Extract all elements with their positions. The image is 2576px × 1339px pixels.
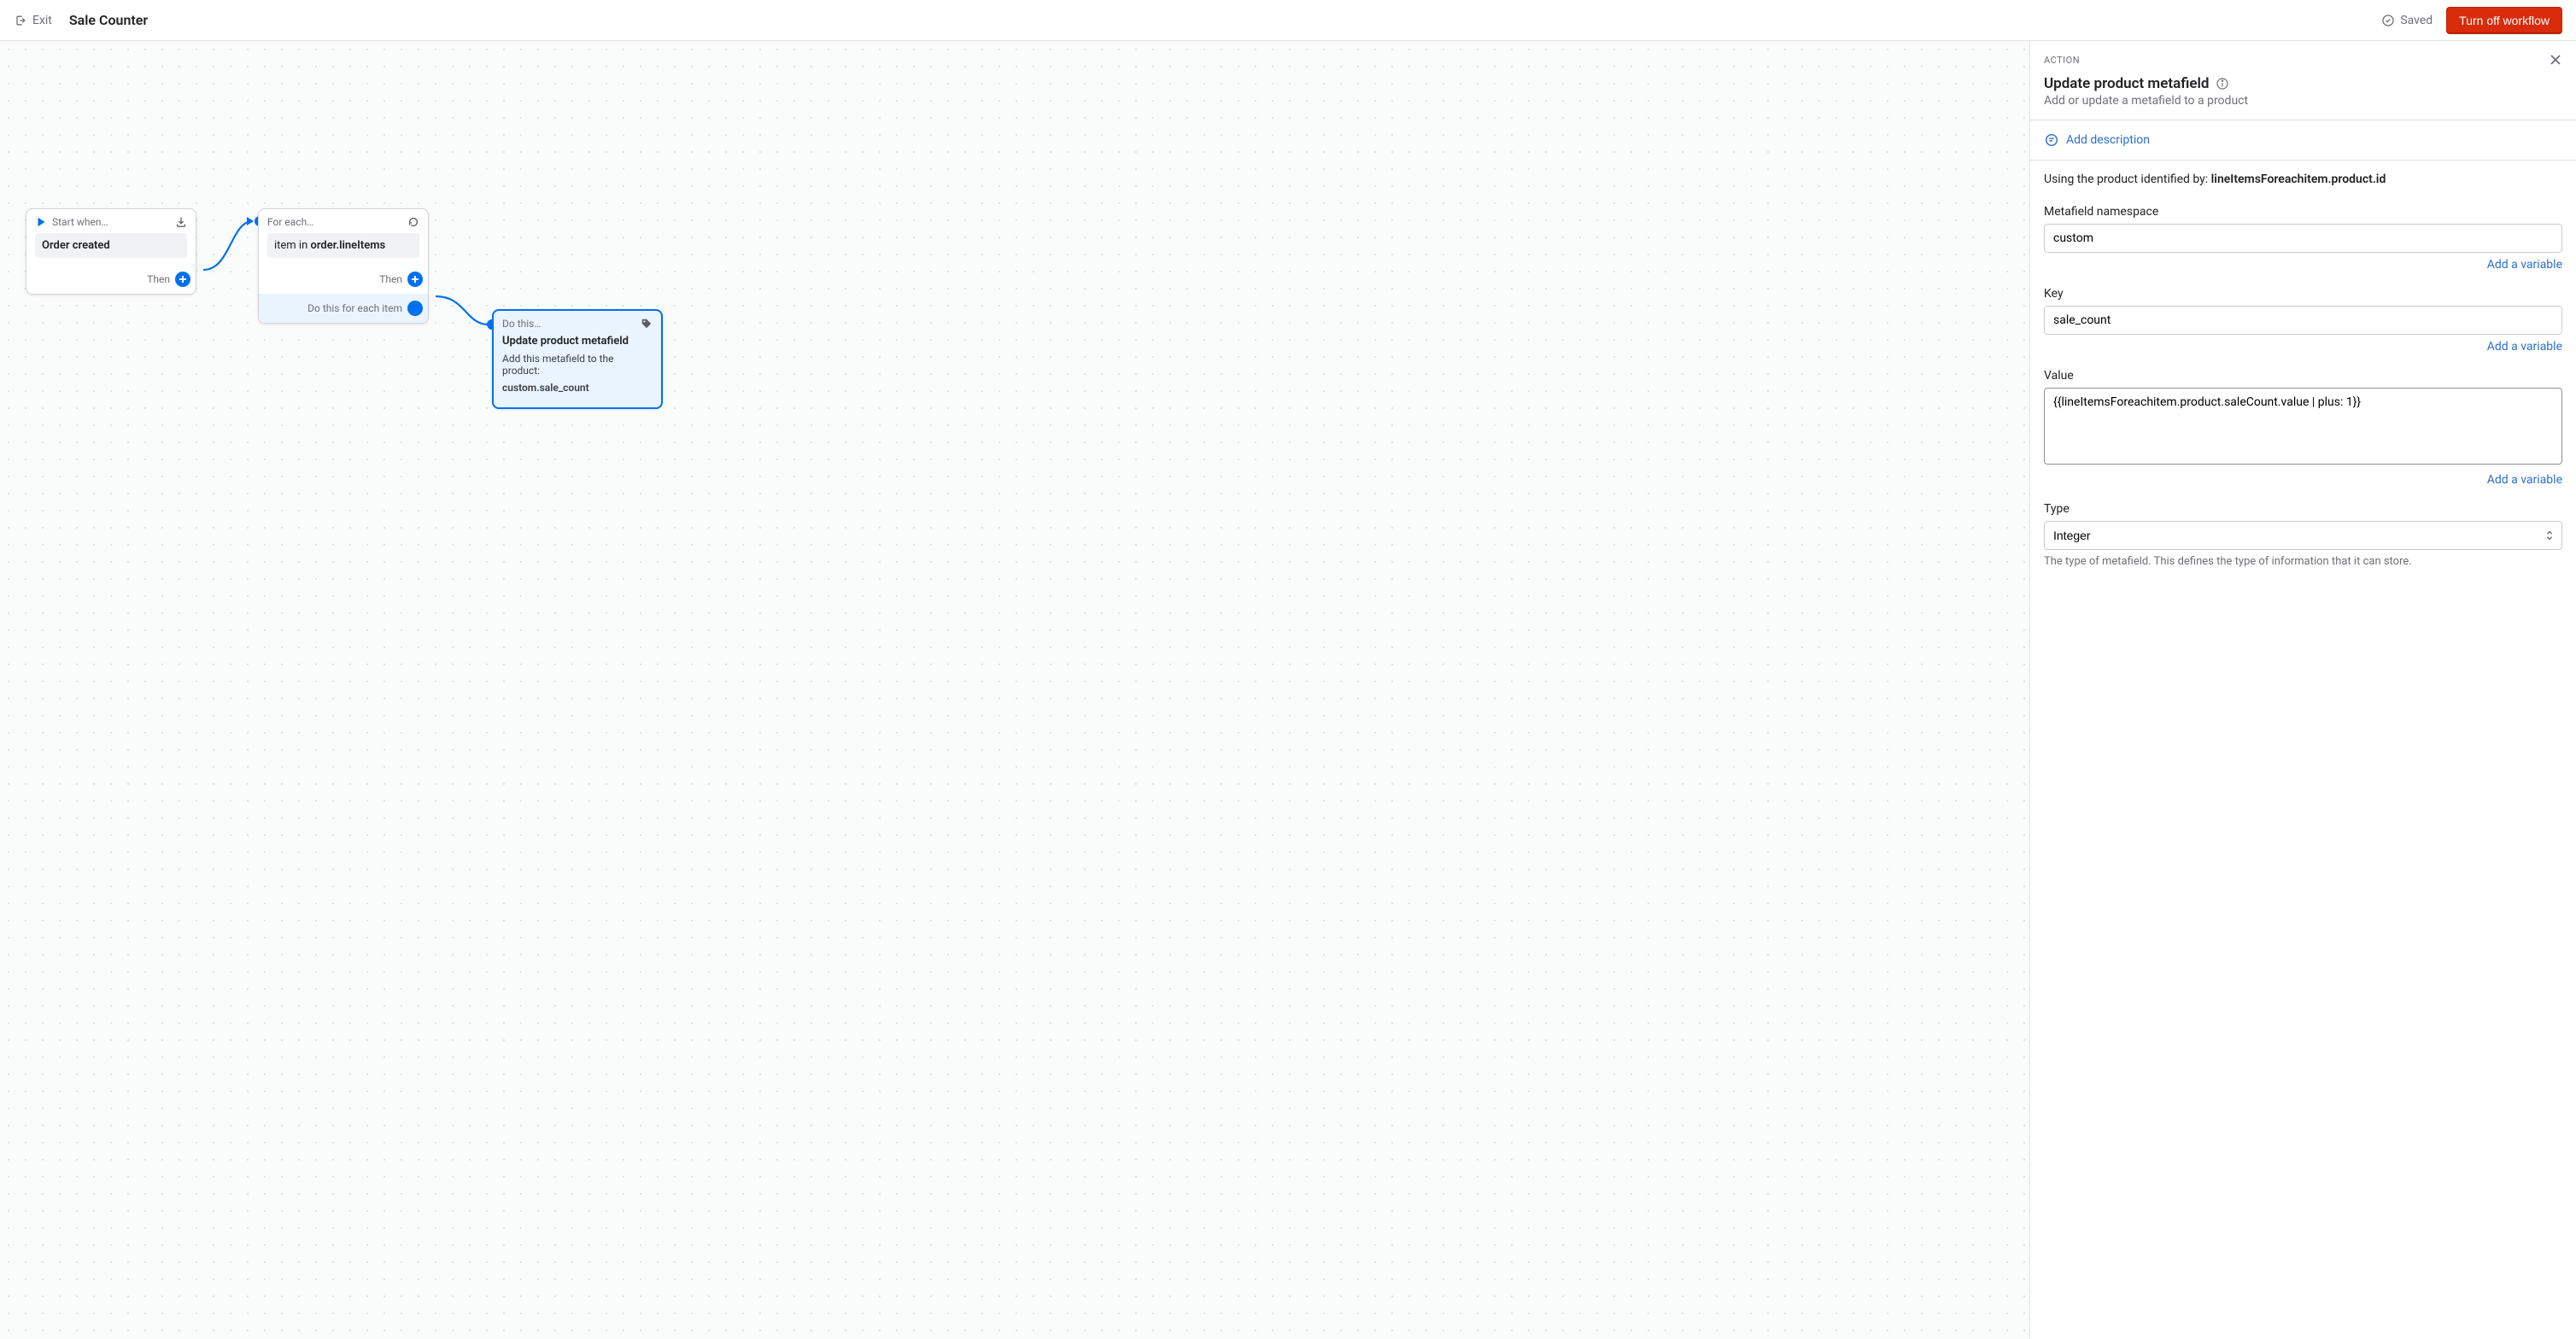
foreach-head-label: For each… [267,216,313,228]
turn-off-workflow-button[interactable]: Turn off workflow [2446,7,2562,34]
add-variable-link-namespace[interactable]: Add a variable [2487,258,2562,272]
namespace-label: Metafield namespace [2044,202,2562,224]
action-desc: Add this metafield to the product: [502,351,653,382]
trigger-then-label: Then [147,273,170,285]
plus-icon [407,272,423,287]
key-input[interactable] [2044,306,2562,335]
info-icon[interactable] [2216,77,2229,91]
arrowhead-icon [247,217,254,225]
add-description-label: Add description [2066,133,2150,147]
action-node[interactable]: Do this… Update product metafield Add th… [492,309,663,409]
exit-button[interactable]: Exit [14,14,52,27]
play-icon [35,216,47,228]
trigger-node[interactable]: Start when… Order created Then [26,208,196,295]
foreach-expression: item in order.lineItems [267,233,419,258]
workflow-canvas[interactable]: Start when… Order created Then For each… [0,41,2029,1339]
saved-label: Saved [2400,14,2433,27]
type-helper: The type of metafield. This defines the … [2044,550,2562,585]
workflow-title: Sale Counter [69,12,148,28]
foreach-then-label: Then [379,273,402,285]
type-select[interactable]: Integer [2044,521,2562,550]
check-circle-icon [2381,14,2395,27]
note-icon [2044,132,2059,148]
namespace-input[interactable] [2044,224,2562,253]
tag-icon [641,318,653,330]
exit-label: Exit [32,14,52,27]
value-textarea[interactable]: {{lineItemsForeachitem.product.saleCount… [2044,388,2562,465]
loop-icon [407,216,419,228]
panel-title: Update product metafield [2044,75,2209,92]
import-icon [175,216,187,228]
port-dot-icon [407,301,423,316]
foreach-loop-button[interactable]: Do this for each item [259,294,428,323]
trigger-head-label: Start when… [52,216,108,228]
action-head-label: Do this… [502,318,541,330]
main: Start when… Order created Then For each… [0,41,2576,1339]
type-label: Type [2044,499,2562,521]
foreach-then-button[interactable]: Then [259,266,428,294]
action-ref: custom.sale_count [502,382,653,399]
add-description-button[interactable]: Add description [2030,120,2576,160]
topbar: Exit Sale Counter Saved Turn off workflo… [0,0,2576,41]
identified-by: Using the product identified by: lineIte… [2044,167,2562,202]
trigger-then-button[interactable]: Then [26,266,196,294]
panel-section-label: ACTION [2044,55,2080,66]
close-icon[interactable] [2549,53,2562,67]
add-variable-link-value[interactable]: Add a variable [2487,473,2562,487]
trigger-title: Order created [42,239,110,252]
saved-indicator: Saved [2381,14,2433,27]
key-label: Key [2044,284,2562,306]
exit-icon [14,14,27,27]
add-variable-link-key[interactable]: Add a variable [2487,340,2562,354]
foreach-loop-label: Do this for each item [307,302,402,314]
foreach-node[interactable]: For each… item in order.lineItems Then D… [258,208,429,324]
plus-icon [175,272,190,287]
panel-subtitle: Add or update a metafield to a product [2030,92,2576,120]
action-panel: ACTION Update product metafield Add or u… [2029,41,2576,1339]
action-title: Update product metafield [502,335,629,348]
value-label: Value [2044,365,2562,388]
